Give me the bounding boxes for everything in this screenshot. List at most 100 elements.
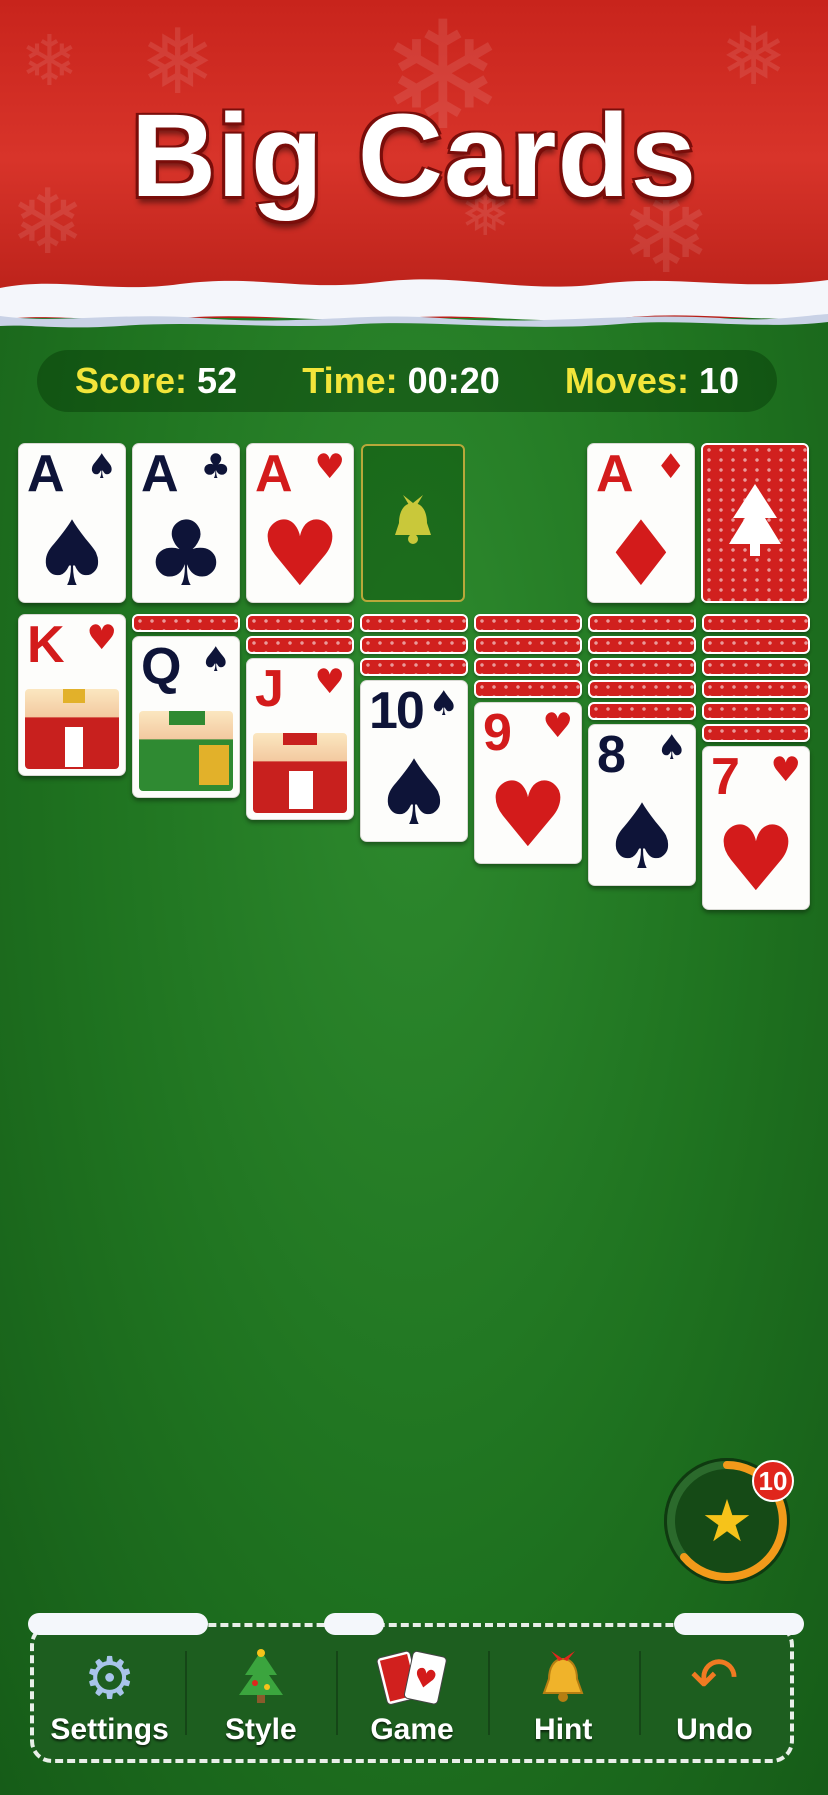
- queen-figure: [139, 711, 233, 791]
- style-button[interactable]: Style: [185, 1627, 336, 1759]
- heart-icon: ♥: [86, 618, 117, 658]
- time-label: Time:: [302, 360, 398, 401]
- game-label: Game: [370, 1713, 454, 1746]
- score-value: 52: [197, 360, 238, 401]
- spade-icon: ♠: [200, 640, 231, 680]
- header-banner: ❄ ❅ ❄ ❅ ❄ ❄ ❅ Big Cards: [0, 0, 828, 318]
- face-down-card: [702, 614, 810, 632]
- tableau-card-eight-spades[interactable]: 8 ♠ ♠: [588, 724, 696, 886]
- card-rank: A: [255, 445, 293, 503]
- face-down-card: [588, 680, 696, 698]
- empty-foundation-slot[interactable]: [361, 444, 465, 602]
- game-button[interactable]: ♥ Game: [336, 1627, 487, 1759]
- undo-label: Undo: [676, 1713, 753, 1746]
- tableau-card-king-hearts[interactable]: K ♥: [18, 614, 126, 776]
- face-down-card: [702, 680, 810, 698]
- undo-arrow-icon: ↶: [690, 1644, 739, 1712]
- face-down-card: [360, 614, 468, 632]
- heart-icon: ♥: [487, 763, 569, 864]
- magic-wand-button[interactable]: ★ 10: [664, 1458, 794, 1584]
- diamond-icon: ♦: [600, 502, 682, 603]
- playing-cards-icon: ♥: [376, 1650, 447, 1705]
- jack-figure: [253, 733, 347, 813]
- spade-icon: ♠: [601, 785, 683, 886]
- face-down-card: [132, 614, 240, 632]
- face-down-card: [702, 702, 810, 720]
- christmas-tree-icon: [238, 1649, 283, 1703]
- face-down-card: [246, 614, 354, 632]
- score-display: Score: 52: [75, 360, 237, 402]
- style-label: Style: [224, 1713, 297, 1746]
- settings-button[interactable]: ⚙ Settings: [34, 1627, 185, 1759]
- gear-icon: ⚙: [83, 1644, 136, 1712]
- undo-button[interactable]: ↶ Undo: [638, 1627, 790, 1759]
- face-down-card: [474, 680, 582, 698]
- club-icon: ♣: [145, 502, 227, 603]
- face-down-card: [702, 724, 810, 742]
- tableau-card-seven-hearts[interactable]: 7 ♥ ♥: [702, 746, 810, 910]
- face-down-card: [588, 636, 696, 654]
- foundation-clubs[interactable]: A ♣ ♣: [132, 443, 240, 603]
- foundation-hearts[interactable]: A ♥ ♥: [246, 443, 354, 603]
- foundation-spades[interactable]: A ♠ ♠: [18, 443, 126, 603]
- banner-title: Big Cards: [130, 90, 698, 222]
- christmas-tree-icon: [729, 484, 781, 556]
- score-label: Score:: [75, 360, 188, 401]
- face-down-card: [588, 702, 696, 720]
- spade-icon: ♠: [656, 728, 687, 768]
- card-rank: Q: [141, 638, 181, 696]
- stats-bar: Score: 52 Time: 00:20 Moves: 10: [37, 350, 777, 412]
- face-down-card: [588, 614, 696, 632]
- time-display: Time: 00:20: [302, 360, 499, 402]
- heart-icon: ♥: [770, 750, 801, 790]
- bell-icon: [395, 495, 431, 544]
- tableau-card-ten-spades[interactable]: 10 ♠ ♠: [360, 680, 468, 842]
- hint-button[interactable]: Hint: [487, 1627, 639, 1759]
- card-rank: A: [596, 445, 634, 503]
- heart-icon: ♥: [715, 807, 797, 910]
- settings-label: Settings: [50, 1713, 169, 1746]
- card-rank: 8: [597, 726, 626, 784]
- spade-icon: ♠: [86, 447, 117, 487]
- moves-display: Moves: 10: [565, 360, 739, 402]
- face-down-card: [474, 658, 582, 676]
- club-icon: ♣: [200, 447, 231, 487]
- diamond-icon: ♦: [655, 447, 686, 487]
- spade-icon: ♠: [428, 684, 459, 724]
- moves-label: Moves:: [564, 360, 689, 401]
- heart-icon: ♥: [542, 706, 573, 746]
- face-down-card: [474, 614, 582, 632]
- heart-icon: ♥: [314, 662, 345, 702]
- face-down-card: [588, 658, 696, 676]
- face-down-card: [474, 636, 582, 654]
- tableau-card-jack-hearts[interactable]: J ♥: [246, 658, 354, 820]
- snow-edge: [0, 279, 828, 328]
- card-rank: 7: [711, 748, 740, 806]
- face-down-card: [360, 658, 468, 676]
- card-rank: A: [141, 445, 179, 503]
- face-down-card: [702, 636, 810, 654]
- king-figure: [25, 689, 119, 769]
- face-down-card: [246, 636, 354, 654]
- hint-label: Hint: [534, 1713, 593, 1746]
- face-down-card: [702, 658, 810, 676]
- bell-icon: [542, 1651, 584, 1702]
- heart-icon: ♥: [314, 447, 345, 487]
- tableau-card-nine-hearts[interactable]: 9 ♥ ♥: [474, 702, 582, 864]
- bottom-toolbar: ⚙ Settings Style ♥ Game Hint ↶ Undo: [28, 1613, 804, 1763]
- card-rank: K: [27, 616, 65, 674]
- card-rank: 9: [483, 704, 512, 762]
- card-rank: A: [27, 445, 65, 503]
- face-down-card: [360, 636, 468, 654]
- card-rank: 10: [369, 682, 425, 740]
- spade-icon: ♠: [373, 741, 455, 842]
- hint-count-badge: 10: [752, 1460, 794, 1502]
- heart-icon: ♥: [259, 502, 341, 603]
- time-value: 00:20: [407, 360, 500, 401]
- moves-value: 10: [698, 360, 739, 401]
- waste-card[interactable]: A ♦ ♦: [587, 443, 695, 603]
- stock-pile[interactable]: [701, 443, 809, 603]
- tableau-card-queen-spades[interactable]: Q ♠: [132, 636, 240, 798]
- spade-icon: ♠: [31, 502, 113, 603]
- card-rank: J: [255, 660, 284, 718]
